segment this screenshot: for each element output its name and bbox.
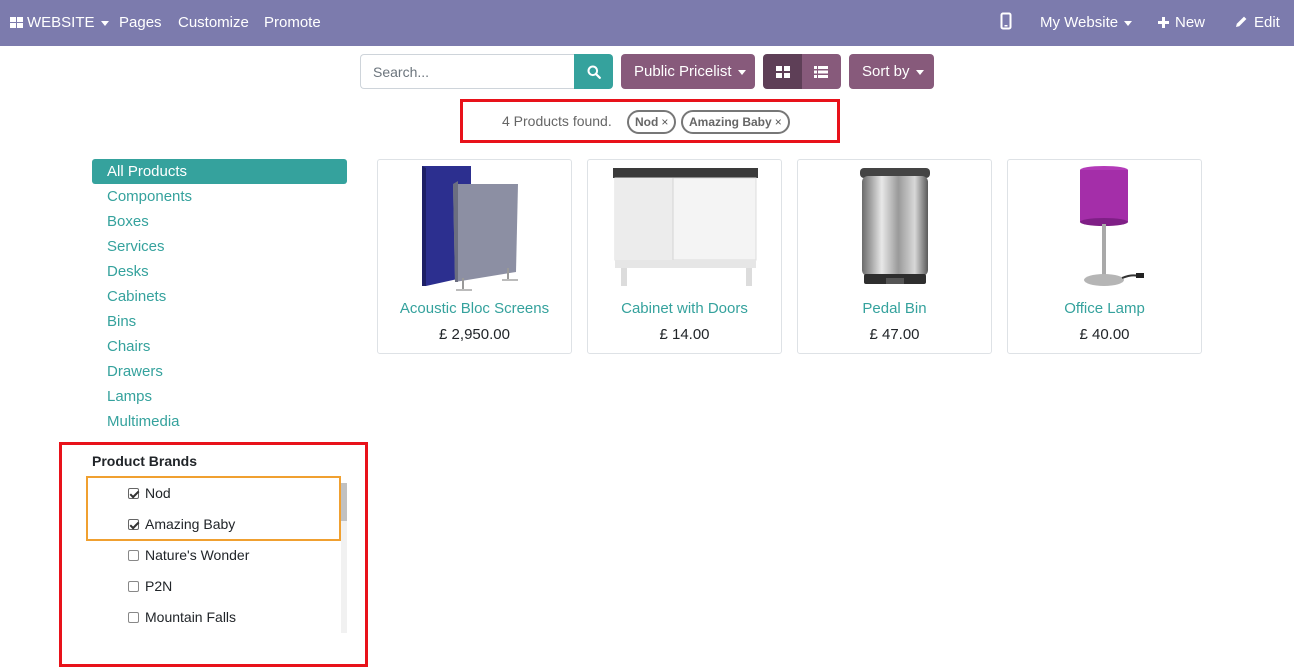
menu-customize[interactable]: Customize	[178, 0, 249, 46]
brand-label: Nature's Wonder	[145, 547, 250, 563]
product-price: £ 14.00	[659, 326, 710, 343]
category-multimedia[interactable]: Multimedia	[107, 413, 180, 430]
search-button[interactable]	[574, 54, 613, 89]
brand-option-amazing-baby[interactable]: Amazing Baby	[128, 516, 235, 532]
category-chairs[interactable]: Chairs	[107, 338, 150, 355]
category-drawers[interactable]: Drawers	[107, 363, 163, 380]
brand-option-natures-wonder[interactable]: Nature's Wonder	[128, 547, 249, 563]
checkbox[interactable]	[128, 550, 139, 561]
category-services[interactable]: Services	[107, 238, 165, 255]
products-found-count: 4 Products found.	[502, 113, 612, 129]
my-website-dropdown[interactable]: My Website	[1040, 0, 1133, 46]
my-website-label: My Website	[1040, 14, 1119, 31]
checkbox-checked[interactable]	[128, 519, 139, 530]
sort-by-label: Sort by	[862, 63, 910, 80]
chevron-down-icon	[915, 69, 924, 75]
mobile-preview-button[interactable]	[1000, 0, 1012, 46]
website-menu-label: WEBSITE	[27, 14, 95, 31]
brand-label: Nod	[145, 485, 171, 501]
edit-button[interactable]: Edit	[1235, 0, 1280, 46]
checkbox[interactable]	[128, 612, 139, 623]
product-price: £ 2,950.00	[439, 326, 510, 343]
list-view-icon	[814, 66, 828, 78]
filter-chip-amazing-baby[interactable]: Amazing Baby ×	[681, 110, 790, 134]
apps-grid-icon	[10, 17, 23, 28]
remove-filter-icon[interactable]: ×	[661, 115, 668, 129]
search-input[interactable]	[360, 54, 575, 89]
mobile-phone-icon	[1000, 12, 1012, 30]
product-price: £ 47.00	[869, 326, 920, 343]
new-button[interactable]: New	[1158, 0, 1205, 46]
brand-label: Mountain Falls	[145, 609, 237, 625]
chevron-down-icon	[737, 69, 746, 75]
website-menu[interactable]: WEBSITE	[10, 0, 109, 46]
brand-option-p2n[interactable]: P2N	[128, 578, 172, 594]
brand-label: P2N	[145, 578, 173, 594]
list-view-button[interactable]	[802, 54, 841, 89]
grid-view-icon	[776, 66, 790, 78]
search-icon	[587, 65, 601, 79]
plus-icon	[1158, 17, 1169, 28]
product-card[interactable]: Office Lamp £ 40.00	[1007, 159, 1202, 354]
sort-by-dropdown[interactable]: Sort by	[849, 54, 934, 89]
brand-label: Amazing Baby	[145, 516, 236, 532]
pedal-bin-image	[860, 168, 930, 284]
white-cabinet-image	[613, 168, 758, 286]
acoustic-screens-image	[422, 166, 518, 291]
checkbox[interactable]	[128, 581, 139, 592]
category-cabinets[interactable]: Cabinets	[107, 288, 166, 305]
product-brands-title: Product Brands	[92, 453, 198, 469]
chevron-down-icon	[1124, 20, 1133, 26]
menu-pages[interactable]: Pages	[119, 0, 162, 46]
product-card[interactable]: Acoustic Bloc Screens £ 2,950.00	[377, 159, 572, 354]
product-card[interactable]: Cabinet with Doors £ 14.00	[587, 159, 782, 354]
product-name[interactable]: Office Lamp	[1008, 300, 1201, 317]
brands-scrollbar-thumb[interactable]	[341, 483, 347, 521]
pricelist-label: Public Pricelist	[634, 63, 732, 80]
filter-chip-label: Amazing Baby	[689, 115, 772, 129]
category-lamps[interactable]: Lamps	[107, 388, 152, 405]
brand-option-nod[interactable]: Nod	[128, 485, 171, 501]
product-name[interactable]: Pedal Bin	[798, 300, 991, 317]
product-name[interactable]: Cabinet with Doors	[588, 300, 781, 317]
product-name[interactable]: Acoustic Bloc Screens	[378, 300, 571, 317]
product-price: £ 40.00	[1079, 326, 1130, 343]
remove-filter-icon[interactable]: ×	[775, 115, 782, 129]
checkbox-checked[interactable]	[128, 488, 139, 499]
menu-promote[interactable]: Promote	[264, 0, 321, 46]
filter-chip-label: Nod	[635, 115, 659, 129]
category-components[interactable]: Components	[107, 188, 192, 205]
new-label: New	[1175, 14, 1206, 31]
pricelist-dropdown[interactable]: Public Pricelist	[621, 54, 755, 89]
top-navbar: WEBSITE Pages Customize Promote My Websi…	[0, 0, 1294, 46]
product-card[interactable]: Pedal Bin £ 47.00	[797, 159, 992, 354]
category-bins[interactable]: Bins	[107, 313, 136, 330]
filter-chip-nod[interactable]: Nod ×	[627, 110, 677, 134]
purple-lamp-image	[1080, 166, 1144, 286]
category-all-products[interactable]: All Products	[92, 159, 347, 184]
chevron-down-icon	[100, 20, 109, 26]
grid-view-button[interactable]	[763, 54, 802, 89]
category-boxes[interactable]: Boxes	[107, 213, 149, 230]
category-desks[interactable]: Desks	[107, 263, 149, 280]
brand-option-mountain-falls[interactable]: Mountain Falls	[128, 609, 236, 625]
pencil-icon	[1236, 16, 1247, 27]
edit-label: Edit	[1254, 14, 1280, 31]
